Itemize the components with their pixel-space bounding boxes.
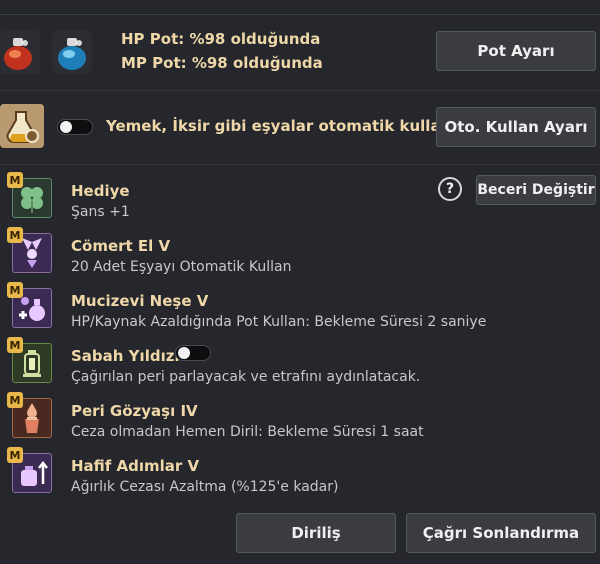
master-badge: M xyxy=(7,227,23,243)
skill-title: Peri Gözyaşı IV xyxy=(71,402,198,420)
skill-title: Mucizevi Neşe V xyxy=(71,292,209,310)
skill-row[interactable]: M Hediye Şans +1 xyxy=(0,172,600,226)
top-divider xyxy=(0,14,600,15)
skill-row[interactable]: M Mucizevi Neşe V HP/Kaynak Azaldığında … xyxy=(0,282,600,336)
auto-use-settings-button[interactable]: Oto. Kullan Ayarı xyxy=(436,107,596,147)
end-summon-button[interactable]: Çağrı Sonlandırma xyxy=(406,513,596,553)
flask-gear-icon xyxy=(0,104,44,148)
skill-row[interactable]: M Cömert El V 20 Adet Eşyayı Otomatik Ku… xyxy=(0,227,600,281)
skill-title: Hediye xyxy=(71,182,130,200)
master-badge: M xyxy=(7,337,23,353)
divider xyxy=(0,90,600,91)
mp-potion-icon xyxy=(52,30,92,74)
skill-description: Çağırılan peri parlayacak ve etrafını ay… xyxy=(71,369,421,385)
skill-description: Şans +1 xyxy=(71,204,130,220)
skill-description: 20 Adet Eşyayı Otomatik Kullan xyxy=(71,259,292,275)
skill-title: Cömert El V xyxy=(71,237,171,255)
master-badge: M xyxy=(7,447,23,463)
skill-title: Hafif Adımlar V xyxy=(71,457,200,475)
skill-row[interactable]: M Sabah Yıldızı Çağırılan peri parlayaca… xyxy=(0,337,600,391)
master-badge: M xyxy=(7,392,23,408)
skill-row[interactable]: M Hafif Adımlar V Ağırlık Cezası Azaltma… xyxy=(0,447,600,501)
divider xyxy=(0,164,600,165)
pot-settings-button[interactable]: Pot Ayarı xyxy=(436,31,596,71)
auto-use-toggle[interactable] xyxy=(57,119,93,135)
skill-description: Ceza olmadan Hemen Diril: Bekleme Süresi… xyxy=(71,424,424,440)
mp-pot-threshold: MP Pot: %98 olduğunda xyxy=(121,54,323,72)
revive-button[interactable]: Diriliş xyxy=(236,513,396,553)
master-badge: M xyxy=(7,282,23,298)
skill-description: HP/Kaynak Azaldığında Pot Kullan: Beklem… xyxy=(71,314,487,330)
skill-row[interactable]: M Peri Gözyaşı IV Ceza olmadan Hemen Dir… xyxy=(0,392,600,446)
skill-title: Sabah Yıldızı xyxy=(71,347,180,365)
hp-pot-threshold: HP Pot: %98 olduğunda xyxy=(121,30,321,48)
hp-potion-icon xyxy=(0,30,40,74)
auto-use-description: Yemek, İksir gibi eşyalar otomatik kulla… xyxy=(106,117,478,135)
master-badge: M xyxy=(7,172,23,188)
skill-description: Ağırlık Cezası Azaltma (%125'e kadar) xyxy=(71,479,339,495)
morning-star-toggle[interactable] xyxy=(175,345,211,361)
